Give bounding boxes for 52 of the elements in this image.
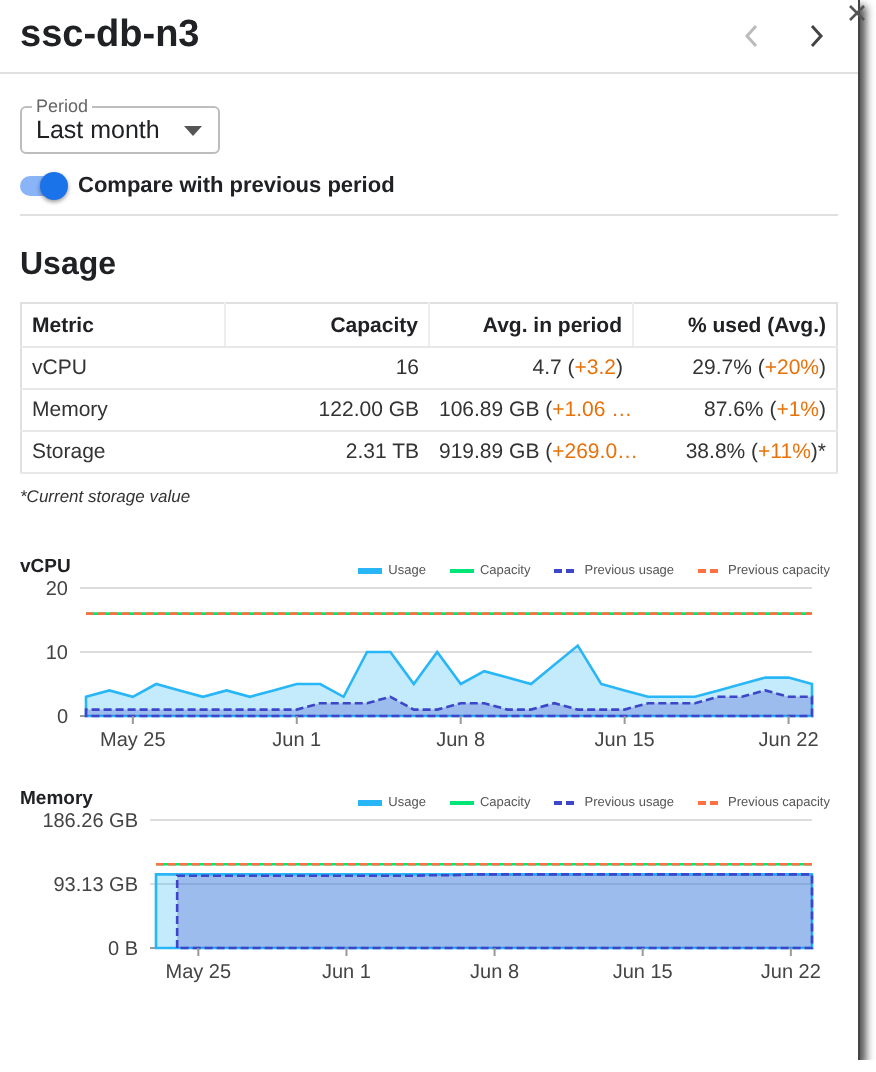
- legend-swatch-icon: [358, 798, 383, 808]
- panel-title: ssc-db-n3: [20, 14, 202, 58]
- axis-label: Jun 1: [272, 730, 322, 752]
- axis-label: 10: [45, 643, 68, 665]
- legend-swatch-icon: [698, 566, 723, 576]
- table-cell: 38.8% (+11%)*: [633, 431, 837, 473]
- table-cell: 106.89 GB (+1.06 …: [429, 389, 633, 431]
- table-cell: 2.31 TB: [225, 431, 429, 473]
- field-label: Period: [32, 94, 93, 118]
- chart-title: Memory: [20, 788, 93, 810]
- column-header: Avg. in period: [429, 303, 633, 347]
- table-cell: 4.7 (+3.2): [429, 347, 633, 389]
- axis-label: May 25: [165, 962, 232, 984]
- section-heading: Usage: [20, 248, 119, 284]
- caret-icon: [183, 125, 202, 135]
- axis-label: Jun 15: [612, 962, 673, 984]
- axis-label: Jun 8: [436, 730, 486, 752]
- axis-label: Jun 22: [758, 730, 819, 752]
- axis-label: 0: [56, 707, 68, 729]
- axis-label: 0 B: [107, 939, 138, 961]
- legend-swatch-icon: [358, 566, 383, 576]
- table-cell: 16: [225, 347, 429, 389]
- column-header: % used (Avg.): [633, 303, 837, 347]
- table-cell: 919.89 GB (+269.0…: [429, 431, 633, 473]
- chevron-right-icon: [808, 24, 824, 48]
- legend-swatch-icon: [449, 566, 474, 576]
- legend-swatch-icon: [554, 566, 579, 576]
- chart-title: vCPU: [20, 556, 71, 578]
- axis-label: Jun 22: [760, 962, 821, 984]
- table-cell: 29.7% (+20%): [633, 347, 837, 389]
- legend-swatch-icon: [554, 798, 579, 808]
- table-cell: vCPU: [21, 347, 225, 389]
- table-cell: Storage: [21, 431, 225, 473]
- table-cell: Memory: [21, 389, 225, 431]
- table-cell: 122.00 GB: [225, 389, 429, 431]
- column-header: Metric: [21, 303, 225, 347]
- toggle-label: Compare with previous period: [78, 174, 395, 198]
- footnote: *Current storage value: [20, 486, 193, 506]
- table-cell: 87.6% (+1%): [633, 389, 837, 431]
- axis-label: 186.26 GB: [42, 811, 138, 833]
- axis-label: Jun 8: [470, 962, 520, 984]
- axis-label: 20: [45, 579, 68, 601]
- axis-label: Jun 15: [594, 730, 655, 752]
- close-icon[interactable]: [848, 4, 866, 22]
- axis-label: May 25: [100, 730, 166, 752]
- legend-swatch-icon: [449, 798, 474, 808]
- chevron-left-icon: [744, 24, 760, 48]
- axis-label: 93.13 GB: [53, 875, 138, 897]
- axis-label: Jun 1: [322, 962, 371, 984]
- toggle-switch[interactable]: [20, 176, 64, 196]
- legend-swatch-icon: [698, 798, 723, 808]
- column-header: Capacity: [225, 303, 429, 347]
